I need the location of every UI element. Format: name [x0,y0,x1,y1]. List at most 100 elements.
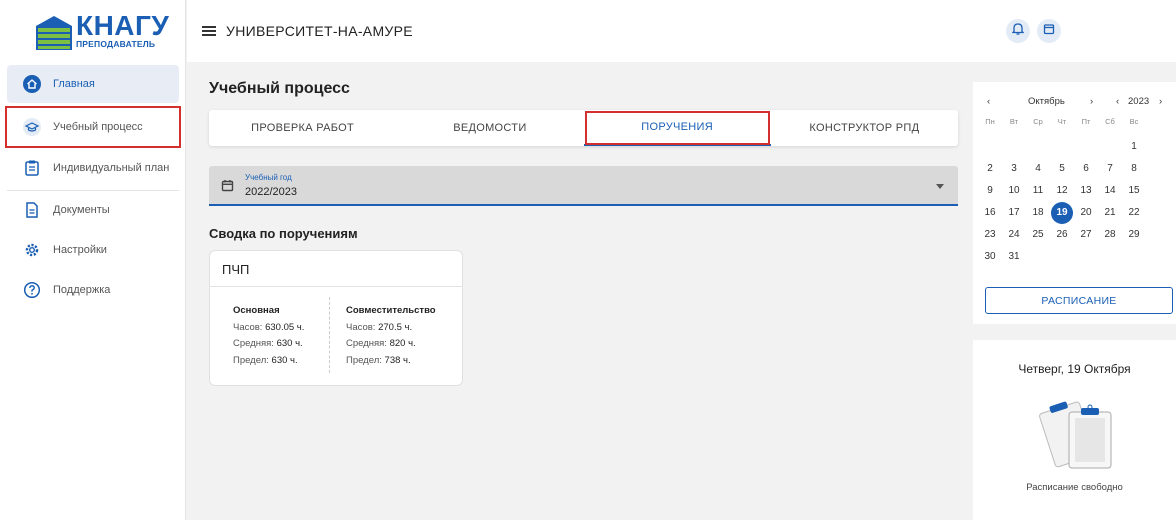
calendar-day[interactable]: 16 [979,202,1001,224]
sidebar-item-label: Документы [53,204,110,216]
calendar-day-today[interactable]: 19 [1051,202,1073,224]
document-icon [23,201,41,219]
calendar-day[interactable]: 15 [1123,180,1145,202]
card-divider [210,286,462,287]
next-year-button[interactable]: › [1159,96,1162,107]
home-icon [23,75,41,93]
calendar-day[interactable]: 8 [1123,158,1145,180]
column-divider [329,297,330,373]
day-schedule-panel: Четверг, 19 Октября Расписание свободно [973,340,1176,520]
notifications-button[interactable] [1006,19,1030,43]
calendar-day[interactable]: 21 [1099,202,1121,224]
limit-value: 630 ч. [271,354,298,366]
calendar-day[interactable]: 14 [1099,180,1121,202]
calendar-day[interactable]: 26 [1051,224,1073,246]
calendar-day[interactable]: 30 [979,246,1001,268]
sidebar-item-support[interactable]: Поддержка [7,271,179,309]
select-value: 2022/2023 [245,186,297,198]
part-time-column: Совместительство Часов: 270.5 ч. Средняя… [346,303,436,369]
menu-icon[interactable] [202,26,216,36]
limit-value: 738 ч. [384,354,411,366]
sidebar-item-documents[interactable]: Документы [7,191,179,229]
calendar-icon [1043,22,1055,40]
hours-value: 270.5 ч. [378,321,413,333]
calendar-day[interactable]: 2 [979,158,1001,180]
calendar-day[interactable]: 1 [1123,136,1145,158]
calendar-day[interactable]: 3 [1003,158,1025,180]
column-heading: Совместительство [346,305,436,316]
calendar-day[interactable]: 13 [1075,180,1097,202]
calendar-day[interactable]: 31 [1003,246,1025,268]
chevron-down-icon [936,184,944,189]
sidebar: КНАГУ ПРЕПОДАВАТЕЛЬ Главная Учебный проц… [0,0,186,520]
sidebar-item-individual-plan[interactable]: Индивидуальный план [7,149,179,187]
calendar-day[interactable]: 29 [1123,224,1145,246]
card-title: ПЧП [222,262,250,277]
prev-month-button[interactable]: ‹ [987,96,990,107]
average-value: 820 ч. [389,338,416,349]
plan-icon [23,159,41,177]
calendar-day[interactable]: 5 [1051,158,1073,180]
column-heading: Основная [233,305,280,316]
schedule-button[interactable]: РАСПИСАНИЕ [985,287,1173,314]
weekday-label: Пн [985,117,995,126]
weekday-label: Сб [1105,117,1115,126]
gear-icon [23,241,41,259]
calendar-day[interactable]: 18 [1027,202,1049,224]
calendar-day[interactable]: 17 [1003,202,1025,224]
clipboard-illustration [1039,396,1119,477]
calendar-day[interactable]: 25 [1027,224,1049,246]
average-row: Средняя: 630 ч. [233,338,303,349]
logo-text: КНАГУ [76,10,170,41]
summary-card: ПЧП Основная Часов: 630.05 ч. Средняя: 6… [209,250,463,386]
calendar-day[interactable]: 9 [979,180,1001,202]
calendar-day[interactable]: 23 [979,224,1001,246]
tab-check-works[interactable]: ПРОВЕРКА РАБОТ [209,110,396,146]
calendar-day[interactable]: 7 [1099,158,1121,180]
calendar-day[interactable]: 6 [1075,158,1097,180]
tab-assignments[interactable]: ПОРУЧЕНИЯ [583,110,771,146]
year-label[interactable]: 2023 [1128,96,1149,107]
graduation-cap-icon [23,118,41,136]
schedule-status: Расписание свободно [1026,482,1123,493]
calendar-day[interactable]: 10 [1003,180,1025,202]
weekday-label: Вс [1129,117,1139,126]
calendar-day[interactable]: 20 [1075,202,1097,224]
month-label[interactable]: Октябрь [1028,96,1065,107]
hours-row: Часов: 630.05 ч. [233,321,305,333]
hours-value: 630.05 ч. [265,321,305,333]
weekday-label: Вт [1009,117,1019,126]
limit-row: Предел: 738 ч. [346,354,411,366]
main-load-column: Основная Часов: 630.05 ч. Средняя: 630 ч… [233,303,304,369]
calendar-day[interactable]: 4 [1027,158,1049,180]
calendar-day[interactable]: 22 [1123,202,1145,224]
tab-rpd-constructor[interactable]: КОНСТРУКТОР РПД [771,110,958,146]
logo[interactable]: КНАГУ ПРЕПОДАВАТЕЛЬ [34,10,169,52]
calendar-button[interactable] [1037,19,1061,43]
next-month-button[interactable]: › [1090,96,1093,107]
calendar-day[interactable]: 27 [1075,224,1097,246]
average-row: Средняя: 820 ч. [346,338,416,349]
sidebar-item-label: Настройки [53,244,107,256]
sidebar-item-settings[interactable]: Настройки [7,231,179,269]
calendar-day[interactable]: 24 [1003,224,1025,246]
bell-icon [1011,22,1025,40]
sidebar-item-study-process[interactable]: Учебный процесс [5,106,181,148]
academic-year-select[interactable]: Учебный год 2022/2023 [209,166,958,206]
mini-calendar: ‹ Октябрь › ‹ 2023 › РАСПИСАНИЕ Пн Вт Ср Чт… [973,82,1176,324]
tab-statements[interactable]: ВЕДОМОСТИ [396,110,583,146]
logo-mark-icon [36,16,72,50]
sidebar-item-home[interactable]: Главная [7,65,179,103]
top-bar: УНИВЕРСИТЕТ-НА-АМУРЕ [187,0,1176,62]
weekday-label: Ср [1033,117,1043,126]
calendar-day[interactable]: 28 [1099,224,1121,246]
tabs-bar: ПРОВЕРКА РАБОТ ВЕДОМОСТИ ПОРУЧЕНИЯ КОНСТ… [209,110,958,146]
summary-title: Сводка по поручениям [209,226,358,241]
limit-row: Предел: 630 ч. [233,354,298,366]
sidebar-item-label: Учебный процесс [53,121,143,133]
prev-year-button[interactable]: ‹ [1116,96,1119,107]
calendar-day[interactable]: 11 [1027,180,1049,202]
calendar-day[interactable]: 12 [1051,180,1073,202]
average-value: 630 ч. [276,338,303,349]
weekday-label: Чт [1057,117,1067,126]
